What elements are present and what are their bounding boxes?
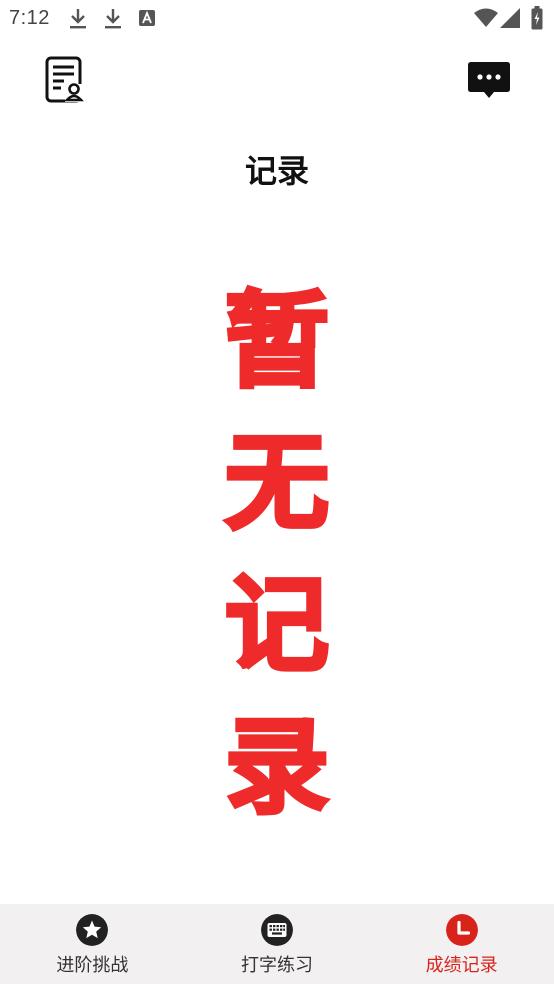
download-icon <box>70 9 86 29</box>
empty-state-message: 暂 无 记 录 <box>0 270 554 838</box>
nav-item-advanced-challenge[interactable]: 进阶挑战 <box>0 904 185 984</box>
clock-icon <box>445 914 478 946</box>
nav-label: 进阶挑战 <box>56 955 129 976</box>
chat-bubble-icon[interactable] <box>467 60 511 100</box>
empty-state-char: 录 <box>223 704 331 830</box>
nav-label: 打字练习 <box>241 955 313 976</box>
bottom-nav: 进阶挑战 打字练习 成绩记录 <box>0 904 554 984</box>
empty-state-char: 暂 <box>223 278 331 404</box>
signal-icon <box>500 8 520 28</box>
report-document-icon[interactable] <box>44 56 86 104</box>
status-bar: 7:12 <box>0 0 554 38</box>
keyboard-icon <box>261 914 293 946</box>
wifi-icon <box>474 8 498 27</box>
download-icon <box>105 9 121 29</box>
star-icon <box>76 914 109 946</box>
page-title: 记录 <box>244 152 309 190</box>
nav-label: 成绩记录 <box>425 955 498 976</box>
font-a-icon <box>139 10 155 26</box>
battery-charging-icon <box>531 6 543 30</box>
nav-item-score-records[interactable]: 成绩记录 <box>369 904 554 984</box>
empty-state-char: 无 <box>223 420 331 546</box>
nav-item-typing-practice[interactable]: 打字练习 <box>185 904 370 984</box>
empty-state-char: 记 <box>223 562 331 688</box>
status-time: 7:12 <box>9 7 50 29</box>
